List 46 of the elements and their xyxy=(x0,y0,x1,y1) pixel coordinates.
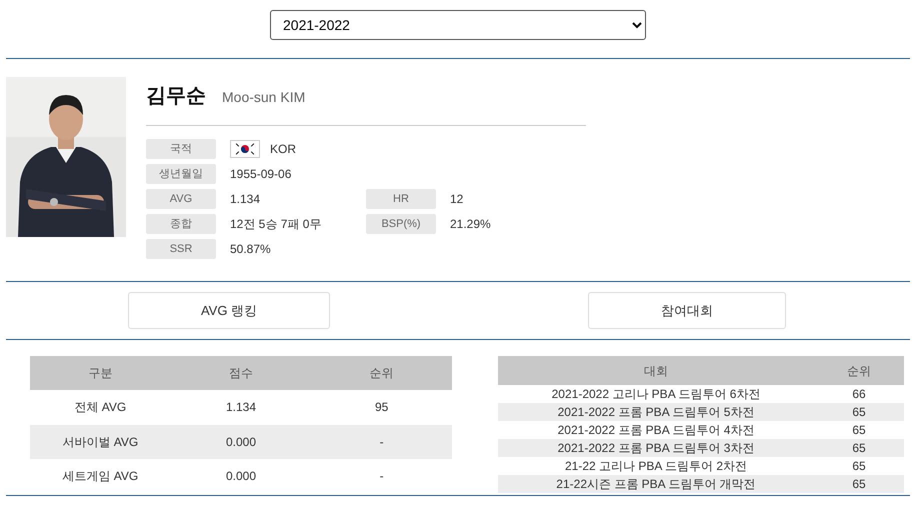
table-cell: 65 xyxy=(814,475,904,493)
table-cell: 0.000 xyxy=(170,458,312,493)
info-label: 종합 xyxy=(146,214,216,234)
info-label: SSR xyxy=(146,238,216,258)
table-cell: 21-22시즌 프롬 PBA 드림투어 개막전 xyxy=(498,475,814,493)
tab-button[interactable]: AVG 랭킹 xyxy=(128,292,330,329)
table-cell: 65 xyxy=(814,439,904,457)
info-value: 1955-09-06 xyxy=(230,166,292,182)
table-cell: 2021-2022 프롬 PBA 드림투어 5차전 xyxy=(498,403,814,421)
info-value: 12 xyxy=(450,190,464,208)
table-cell: 65 xyxy=(814,457,904,475)
info-value: KOR xyxy=(270,140,296,158)
column-header: 구분 xyxy=(30,356,171,390)
column-header: 순위 xyxy=(814,356,904,385)
info-value: 1.134 xyxy=(230,190,260,208)
info-value: 50.87% xyxy=(230,240,271,258)
tab-button[interactable]: 참여대회 xyxy=(588,292,786,329)
table-cell: 65 xyxy=(814,421,904,439)
table-cell: 66 xyxy=(814,385,904,403)
table-cell: 세트게임 AVG xyxy=(30,458,171,493)
info-label: HR xyxy=(366,188,436,208)
info-label: BSP(%) xyxy=(366,214,436,234)
info-label: 생년월일 xyxy=(146,164,216,184)
table-cell: 2021-2022 고리나 PBA 드림투어 6차전 xyxy=(498,385,814,403)
season-select[interactable]: 2021-2022 xyxy=(270,10,646,40)
table-cell: 0.000 xyxy=(170,424,312,459)
table-cell: 서바이벌 AVG xyxy=(30,424,171,459)
info-label: 국적 xyxy=(146,138,216,158)
flag-icon xyxy=(230,140,260,158)
player-english-name: Moo-sun KIM xyxy=(222,88,306,107)
info-value: 12전 5승 7패 0무 xyxy=(230,216,322,232)
table-cell: 65 xyxy=(814,403,904,421)
table-cell: 전체 AVG xyxy=(30,390,171,424)
table-cell: - xyxy=(311,424,452,459)
column-header: 점수 xyxy=(170,356,312,390)
table-cell: 2021-2022 프롬 PBA 드림투어 4차전 xyxy=(498,421,814,439)
info-label: AVG xyxy=(146,188,216,208)
table-cell: 95 xyxy=(311,390,452,424)
player-name: 김무순 xyxy=(146,84,206,109)
column-header: 대회 xyxy=(498,356,814,385)
table-cell: 21-22 고리나 PBA 드림투어 2차전 xyxy=(498,457,814,475)
column-header: 순위 xyxy=(311,356,452,390)
table-cell: 2021-2022 프롬 PBA 드림투어 3차전 xyxy=(498,439,814,457)
info-value: 21.29% xyxy=(450,216,491,232)
table-cell: - xyxy=(311,458,452,493)
table-cell: 1.134 xyxy=(170,390,312,424)
